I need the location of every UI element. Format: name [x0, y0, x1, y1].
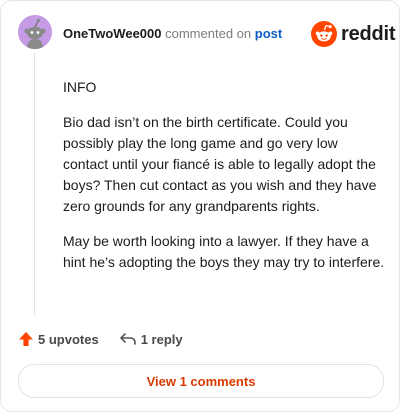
upvote-arrow-icon: [19, 332, 33, 346]
user-avatar[interactable]: [18, 15, 52, 49]
username[interactable]: OneTwoWee000: [63, 26, 162, 41]
snoo-avatar-icon: [18, 15, 52, 49]
comment-footer: 5 upvotes 1 reply: [18, 331, 183, 347]
comment-paragraph-2: Bio dad isn’t on the birth certificate. …: [63, 114, 377, 214]
reply-count: 1 reply: [140, 331, 183, 347]
reddit-wordmark: reddit: [341, 22, 396, 45]
thread-line: [34, 53, 35, 315]
reddit-logo-icon: [311, 21, 337, 47]
comment-paragraph-3: May be worth looking into a lawyer. If t…: [63, 233, 385, 270]
comment-card: OneTwoWee000 commented on post reddit IN…: [0, 0, 400, 412]
reddit-brand[interactable]: reddit: [311, 21, 396, 47]
commented-on-text: commented on: [165, 26, 252, 41]
upvote-button[interactable]: 5 upvotes: [18, 331, 99, 347]
comment-header: OneTwoWee000 commented on post: [63, 26, 282, 42]
comment-body: INFO Bio dad isn’t on the birth certific…: [63, 77, 385, 287]
reply-arrow-icon: [119, 333, 136, 345]
post-link[interactable]: post: [255, 26, 282, 41]
reply-button[interactable]: 1 reply: [119, 331, 183, 347]
upvote-count: 5 upvotes: [38, 331, 99, 347]
comment-paragraph-1: INFO: [63, 79, 97, 95]
view-comments-button[interactable]: View 1 comments: [18, 364, 384, 398]
